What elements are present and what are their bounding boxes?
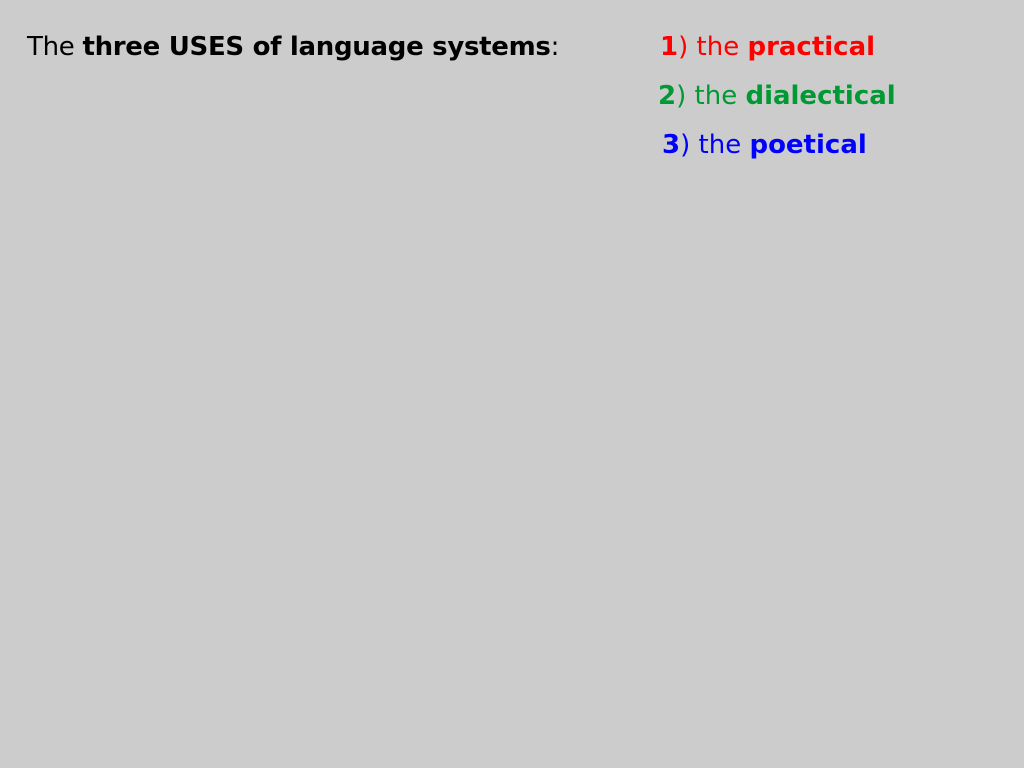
item-number: 3: [662, 130, 681, 160]
title-prefix: The: [27, 32, 75, 62]
list-item-practical: 1) the practical: [660, 34, 875, 60]
item-article: the: [696, 32, 740, 62]
slide-title: The three USES of language systems:: [27, 34, 559, 60]
item-article: the: [698, 130, 742, 160]
item-term: practical: [747, 32, 876, 62]
list-item-poetical: 3) the poetical: [662, 132, 867, 158]
item-article: the: [694, 81, 738, 111]
item-paren: ): [676, 81, 687, 111]
item-term: dialectical: [745, 81, 896, 111]
item-number: 1: [660, 32, 679, 62]
item-term: poetical: [749, 130, 867, 160]
item-paren: ): [678, 32, 689, 62]
item-number: 2: [658, 81, 677, 111]
list-item-dialectical: 2) the dialectical: [658, 83, 896, 109]
title-suffix: :: [550, 32, 560, 62]
title-bold: three USES of language systems: [82, 32, 551, 62]
item-paren: ): [680, 130, 691, 160]
